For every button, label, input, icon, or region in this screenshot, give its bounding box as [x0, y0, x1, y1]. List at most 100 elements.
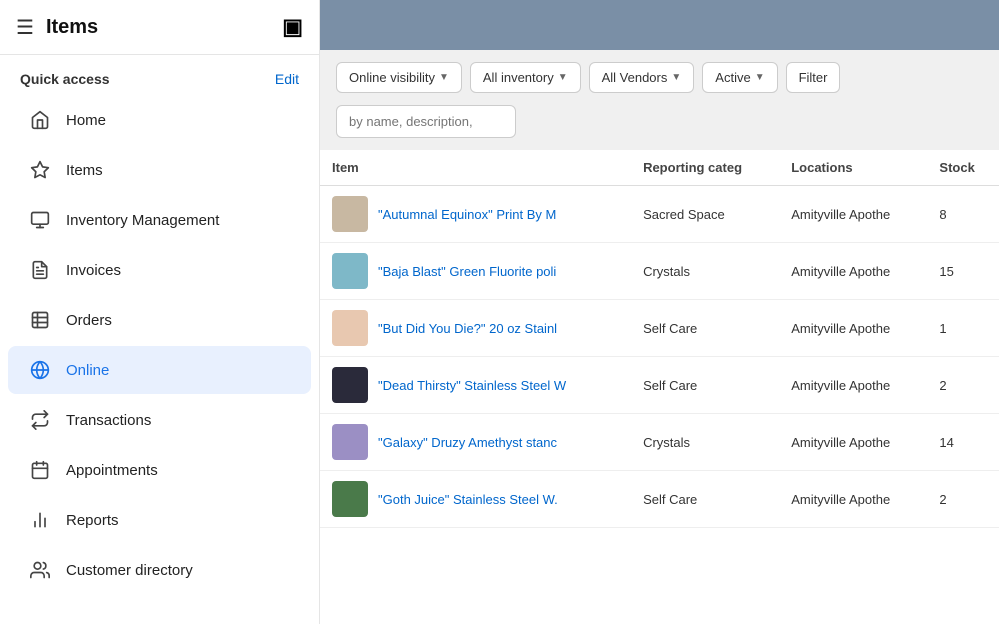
- table-cell-item: "Dead Thirsty" Stainless Steel W: [320, 357, 631, 414]
- item-cell: "Dead Thirsty" Stainless Steel W: [332, 367, 619, 403]
- logo-icon: ▣: [282, 14, 303, 40]
- table-cell-location: Amityville Apothe: [779, 357, 927, 414]
- inventory-table: Item Reporting categ Locations Stock "Au…: [320, 150, 999, 528]
- item-name-link[interactable]: "Galaxy" Druzy Amethyst stanc: [378, 435, 557, 450]
- table-header-row: Item Reporting categ Locations Stock: [320, 150, 999, 186]
- sidebar-item-inventory-label: Inventory Management: [66, 212, 219, 229]
- sidebar-item-orders-label: Orders: [66, 312, 112, 329]
- item-thumbnail: [332, 424, 368, 460]
- column-header-stock: Stock: [927, 150, 999, 186]
- table-cell-item: "Galaxy" Druzy Amethyst stanc: [320, 414, 631, 471]
- sidebar-title: Items: [46, 16, 98, 39]
- items-icon: [28, 158, 52, 182]
- edit-link[interactable]: Edit: [275, 71, 299, 87]
- sidebar-item-reports[interactable]: Reports: [8, 496, 311, 544]
- sidebar-item-items[interactable]: Items: [8, 146, 311, 194]
- table-cell-item: "Autumnal Equinox" Print By M: [320, 186, 631, 243]
- item-name-link[interactable]: "Autumnal Equinox" Print By M: [378, 207, 556, 222]
- table-cell-location: Amityville Apothe: [779, 243, 927, 300]
- item-cell: "Baja Blast" Green Fluorite poli: [332, 253, 619, 289]
- sidebar-item-online-label: Online: [66, 362, 109, 379]
- table-cell-category: Sacred Space: [631, 186, 779, 243]
- table-cell-location: Amityville Apothe: [779, 186, 927, 243]
- sidebar-item-customer-directory[interactable]: Customer directory: [8, 546, 311, 594]
- item-cell: "Autumnal Equinox" Print By M: [332, 196, 619, 232]
- item-cell: "Galaxy" Druzy Amethyst stanc: [332, 424, 619, 460]
- quick-access-header: Quick access Edit: [0, 55, 319, 95]
- item-cell: "Goth Juice" Stainless Steel W.: [332, 481, 619, 517]
- online-icon: [28, 358, 52, 382]
- table-cell-location: Amityville Apothe: [779, 300, 927, 357]
- table-cell-stock: 2: [927, 471, 999, 528]
- invoices-icon: [28, 258, 52, 282]
- main-banner: [320, 0, 999, 50]
- orders-icon: [28, 308, 52, 332]
- column-header-reporting-categ: Reporting categ: [631, 150, 779, 186]
- table-row: "Goth Juice" Stainless Steel W. Self Car…: [320, 471, 999, 528]
- chevron-down-icon: ▼: [671, 72, 681, 83]
- search-input[interactable]: [336, 105, 516, 138]
- table-row: "Galaxy" Druzy Amethyst stanc CrystalsAm…: [320, 414, 999, 471]
- column-header-locations: Locations: [779, 150, 927, 186]
- item-name-link[interactable]: "Goth Juice" Stainless Steel W.: [378, 492, 558, 507]
- filter-button[interactable]: Filter: [786, 62, 841, 93]
- table-cell-stock: 1: [927, 300, 999, 357]
- sidebar-item-invoices[interactable]: Invoices: [8, 246, 311, 294]
- chevron-down-icon: ▼: [439, 72, 449, 83]
- table-cell-stock: 8: [927, 186, 999, 243]
- table-cell-item: "Goth Juice" Stainless Steel W.: [320, 471, 631, 528]
- main-content: Online visibility ▼ All inventory ▼ All …: [320, 0, 999, 624]
- sidebar-item-appointments[interactable]: Appointments: [8, 446, 311, 494]
- column-header-item: Item: [320, 150, 631, 186]
- item-thumbnail: [332, 310, 368, 346]
- item-name-link[interactable]: "Baja Blast" Green Fluorite poli: [378, 264, 556, 279]
- sidebar-header: ☰ Items ▣: [0, 0, 319, 55]
- item-name-link[interactable]: "But Did You Die?" 20 oz Stainl: [378, 321, 557, 336]
- table-cell-stock: 2: [927, 357, 999, 414]
- sidebar-item-home-label: Home: [66, 112, 106, 129]
- all-vendors-filter[interactable]: All Vendors ▼: [589, 62, 695, 93]
- sidebar-item-reports-label: Reports: [66, 512, 119, 529]
- table-cell-location: Amityville Apothe: [779, 414, 927, 471]
- home-icon: [28, 108, 52, 132]
- table-cell-category: Self Care: [631, 300, 779, 357]
- online-visibility-filter[interactable]: Online visibility ▼: [336, 62, 462, 93]
- inventory-table-container: Item Reporting categ Locations Stock "Au…: [320, 150, 999, 624]
- sidebar-item-transactions[interactable]: Transactions: [8, 396, 311, 444]
- table-cell-location: Amityville Apothe: [779, 471, 927, 528]
- sidebar-item-orders[interactable]: Orders: [8, 296, 311, 344]
- sidebar-item-customer-directory-label: Customer directory: [66, 562, 193, 579]
- table-row: "But Did You Die?" 20 oz Stainl Self Car…: [320, 300, 999, 357]
- item-thumbnail: [332, 253, 368, 289]
- sidebar-item-invoices-label: Invoices: [66, 262, 121, 279]
- table-row: "Autumnal Equinox" Print By M Sacred Spa…: [320, 186, 999, 243]
- table-cell-category: Crystals: [631, 243, 779, 300]
- sidebar-item-home[interactable]: Home: [8, 96, 311, 144]
- all-inventory-filter[interactable]: All inventory ▼: [470, 62, 581, 93]
- sidebar-item-online[interactable]: Online: [8, 346, 311, 394]
- table-cell-item: "Baja Blast" Green Fluorite poli: [320, 243, 631, 300]
- menu-icon[interactable]: ☰: [16, 15, 34, 40]
- item-thumbnail: [332, 367, 368, 403]
- sidebar-item-inventory[interactable]: Inventory Management: [8, 196, 311, 244]
- sidebar-item-transactions-label: Transactions: [66, 412, 151, 429]
- sidebar-item-appointments-label: Appointments: [66, 462, 158, 479]
- item-name-link[interactable]: "Dead Thirsty" Stainless Steel W: [378, 378, 566, 393]
- sidebar-item-items-label: Items: [66, 162, 103, 179]
- table-cell-category: Crystals: [631, 414, 779, 471]
- item-thumbnail: [332, 196, 368, 232]
- chevron-down-icon: ▼: [558, 72, 568, 83]
- table-row: "Baja Blast" Green Fluorite poli Crystal…: [320, 243, 999, 300]
- table-cell-category: Self Care: [631, 357, 779, 414]
- inventory-icon: [28, 208, 52, 232]
- search-bar: [320, 105, 999, 150]
- reports-icon: [28, 508, 52, 532]
- table-cell-stock: 14: [927, 414, 999, 471]
- appointments-icon: [28, 458, 52, 482]
- table-cell-item: "But Did You Die?" 20 oz Stainl: [320, 300, 631, 357]
- table-cell-category: Self Care: [631, 471, 779, 528]
- table-cell-stock: 15: [927, 243, 999, 300]
- quick-access-label: Quick access: [20, 71, 110, 87]
- active-filter[interactable]: Active ▼: [702, 62, 777, 93]
- item-thumbnail: [332, 481, 368, 517]
